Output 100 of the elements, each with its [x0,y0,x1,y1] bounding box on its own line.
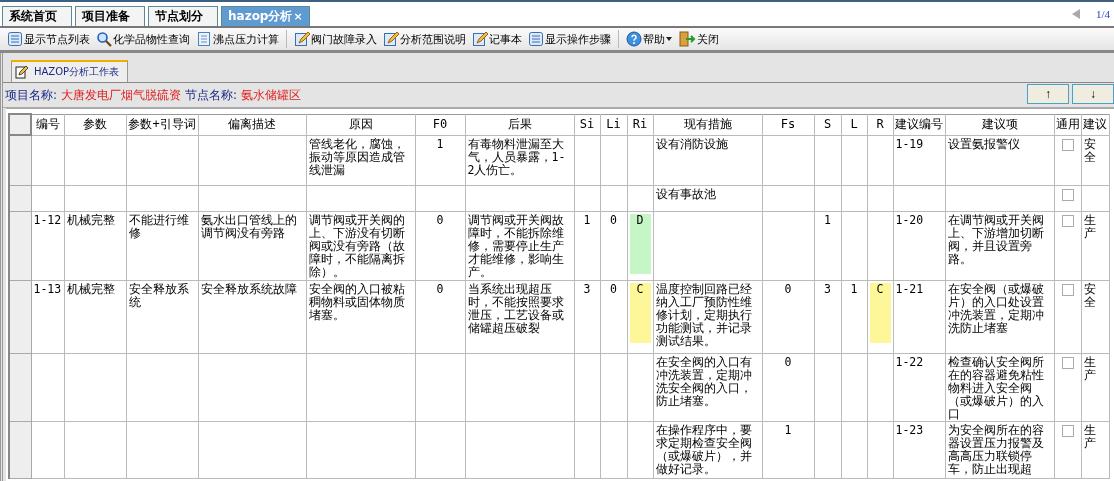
column-header: Li [600,114,627,135]
table-cell: 生产 [1081,211,1109,280]
node-name: 氨水储罐区 [241,86,302,104]
table-cell: 0 [600,280,627,353]
table-cell: 为安全阀所在的容器设置压力报警及高高压力联锁停车，防止出现超 [945,421,1054,478]
row-header[interactable] [9,421,31,478]
table-cell: 生产 [1081,353,1109,421]
column-header: 后果 [465,114,574,135]
column-header: 通用 [1054,114,1081,135]
table-cell: 1-19 [893,135,945,185]
nav-button[interactable]: ↓ [1072,84,1114,104]
previous-page-icon[interactable] [1071,9,1080,19]
row-header[interactable] [9,211,31,280]
toolbar-button[interactable]: 阀门故障录入 [293,29,378,49]
table-cell: 3 [574,280,600,353]
column-header: 编号 [31,114,64,135]
table-cell: 氨水出口管线上的调节阀没有旁路 [198,211,306,280]
toolbar-button[interactable]: 沸点压力计算 [195,29,280,49]
column-header: S [814,114,841,135]
table-cell: 1-12 [31,211,64,280]
column-header: Si [574,114,600,135]
checkbox[interactable] [1061,138,1074,151]
table-cell: 设有事故池 [653,185,762,211]
tab[interactable]: 项目准备 [75,6,145,26]
toolbar-button[interactable]: 化学品物性查询 [95,29,191,49]
table-cell: 生产 [1081,421,1109,478]
risk-rating-cell: C [869,282,891,343]
table-cell: 1 [762,421,814,478]
table-cell: 1-21 [893,280,945,353]
row-header[interactable] [9,135,31,185]
table-cell: 0 [600,211,627,280]
document-icon [196,31,212,47]
project-name: 大唐发电厂烟气脱硫资 [61,86,182,104]
table-cell: 安全阀的入口被粘稠物料或固体物质堵塞。 [306,280,415,353]
project-label: 项目名称: [5,86,58,104]
table-cell: 调节阀或开关阀故障时，不能拆除维修，需要停止生产才能维修，影响生产。 [465,211,574,280]
column-header: Fs [762,114,814,135]
row-header[interactable] [9,280,31,353]
checkbox[interactable] [1061,188,1074,201]
toolbar-button[interactable]: 帮助 [625,29,673,49]
table-cell: 1-22 [893,353,945,421]
search-icon [96,31,112,47]
table-cell: 安全释放系统故障 [198,280,306,353]
tab[interactable]: 系统首页 [2,6,72,26]
column-header: 原因 [306,114,415,135]
list-icon [7,31,23,47]
row-header[interactable] [9,353,31,421]
toolbar-button[interactable]: 关闭 [677,29,720,49]
toolbar-button[interactable]: 显示操作步骤 [527,29,612,49]
table-cell: 1-20 [893,211,945,280]
table-cell: 在调节阀或开关阀上、下游增加切断阀，并且设置旁路。 [945,211,1054,280]
table-cell: 安全 [1081,280,1109,353]
tab[interactable]: 节点划分 [148,6,218,26]
column-header: 现有措施 [653,114,762,135]
table-cell: 1 [814,211,841,280]
tab-label: HAZOP分析工作表 [34,65,120,79]
column-header: 建议项 [945,114,1054,135]
toolbar-button[interactable]: 分析范围说明 [382,29,467,49]
table-cell: 不能进行维修 [126,211,198,280]
checkbox[interactable] [1061,283,1074,296]
table-cell: 安全释放系统 [126,280,198,353]
risk-rating-cell: C [629,282,651,343]
nav-button[interactable]: ↑ [1027,84,1069,104]
table-cell: 在安全阀的入口有冲洗装置，定期冲洗安全阀的入口，防止堵塞。 [653,353,762,421]
checkbox[interactable] [1061,424,1074,437]
table-cell: 1 [415,135,465,185]
table-cell: 在安全阀（或爆破片）的入口处设置冲洗装置，定期冲洗防止堵塞 [945,280,1054,353]
risk-rating-cell: D [629,213,651,274]
table-cell: 设有消防设施 [653,135,762,185]
table-cell: 有毒物料泄漏至大气，人员暴露，1-2人伤亡。 [465,135,574,185]
table-cell: 调节阀或开关阀的上、下游没有切断阀或没有旁路（故障时，不能隔离拆除）。 [306,211,415,280]
edit-icon [15,65,29,79]
toolbar-button[interactable]: 记事本 [471,29,523,49]
page-indicator: 1/4 [1095,8,1110,20]
column-header: 建议编号 [893,114,945,135]
list-icon [528,31,544,47]
table-cell: 1 [841,280,867,353]
column-header: 建议 [1081,114,1109,135]
checkbox[interactable] [1061,214,1074,227]
table-cell: 当系统出现超压时，不能按照要求泄压，工艺设备或储罐超压破裂 [465,280,574,353]
row-header[interactable] [9,185,31,211]
table-cell: 机械完整 [64,280,126,353]
column-header: F0 [415,114,465,135]
table-cell: 设置氨报警仪 [945,135,1054,185]
checkbox[interactable] [1061,356,1074,369]
edit-icon [383,31,399,47]
table-cell: 1-23 [893,421,945,478]
node-label: 节点名称: [185,86,238,104]
edit-icon [472,31,488,47]
column-header: 参数+引导词 [126,114,198,135]
exit-door-icon [678,31,696,47]
toolbar-button[interactable]: 显示节点列表 [6,29,91,49]
table-cell: 1-13 [31,280,64,353]
table-cell: 3 [814,280,841,353]
column-header: 参数 [64,114,126,135]
table-cell: 0 [762,280,814,353]
worksheet-tab[interactable]: HAZOP分析工作表 [11,60,129,82]
table-cell: 检查确认安全阀所在的容器避免粘性物料进入安全阀（或爆破片）的入口 [945,353,1054,421]
help-icon [626,31,642,47]
table-cell: 0 [762,353,814,421]
